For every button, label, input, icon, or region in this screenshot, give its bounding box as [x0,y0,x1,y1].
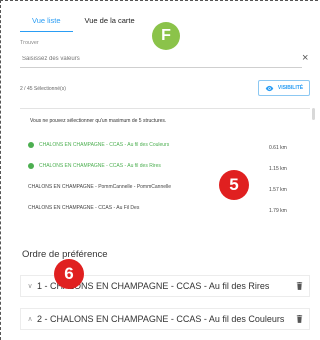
preference-label: 2 - CHALONS EN CHAMPAGNE - CCAS - Au fil… [37,314,285,324]
trash-icon[interactable] [293,282,305,290]
result-name: CHALONS EN CHAMPAGNE - CCAS - Au fil des… [39,142,170,148]
view-tabs: Vue liste Vue de la carte [20,12,147,32]
eye-icon [265,85,274,91]
result-name: CHALONS EN CHAMPAGNE - CCAS - Au Fil Des [28,205,140,211]
close-icon[interactable]: × [302,52,308,64]
annotation-badge-f: F [152,22,180,50]
preference-title: Ordre de préférence [22,249,108,260]
preference-item[interactable]: ∧ 2 - CHALONS EN CHAMPAGNE - CCAS - Au f… [20,308,310,330]
results-list: CHALONS EN CHAMPAGNE - CCAS - Au fil des… [28,140,290,222]
max-selection-warning: Vous ne pouvez sélectionner qu'un maximu… [30,118,167,124]
list-fade [14,222,314,232]
visibility-button-label: VISIBILITÉ [277,85,304,91]
trash-icon[interactable] [293,315,305,323]
result-distance: 1.79 km [269,208,287,214]
result-name: CHALONS EN CHAMPAGNE - CCAS - Au fil des… [39,163,161,169]
selected-count: 2 / 45 Sélectionné(s) [20,86,66,92]
tab-list-view[interactable]: Vue liste [20,12,73,32]
chevron-up-icon[interactable]: ∧ [23,315,37,323]
scrollbar[interactable] [312,108,315,120]
search-label: Trouver [20,40,39,46]
result-distance: 1.57 km [269,187,287,193]
list-item[interactable]: CHALONS EN CHAMPAGNE - PommCannelle - Po… [28,182,290,203]
divider [20,108,310,109]
annotation-badge-5: 5 [219,170,249,200]
check-icon [28,163,34,169]
chevron-down-icon[interactable]: ∨ [23,282,37,290]
annotation-badge-6: 6 [54,259,84,289]
list-item[interactable]: CHALONS EN CHAMPAGNE - CCAS - Au Fil Des… [28,203,290,222]
visibility-button[interactable]: VISIBILITÉ [258,80,310,96]
frame-left-border [0,0,1,340]
search-input[interactable] [20,51,302,68]
list-item[interactable]: CHALONS EN CHAMPAGNE - CCAS - Au fil des… [28,161,290,182]
tab-map-view[interactable]: Vue de la carte [73,12,147,32]
check-icon [28,142,34,148]
frame-top-border [0,0,318,1]
result-distance: 0.61 km [269,145,287,151]
result-distance: 1.15 km [269,166,287,172]
list-item[interactable]: CHALONS EN CHAMPAGNE - CCAS - Au fil des… [28,140,290,161]
result-name: CHALONS EN CHAMPAGNE - PommCannelle - Po… [28,184,172,190]
